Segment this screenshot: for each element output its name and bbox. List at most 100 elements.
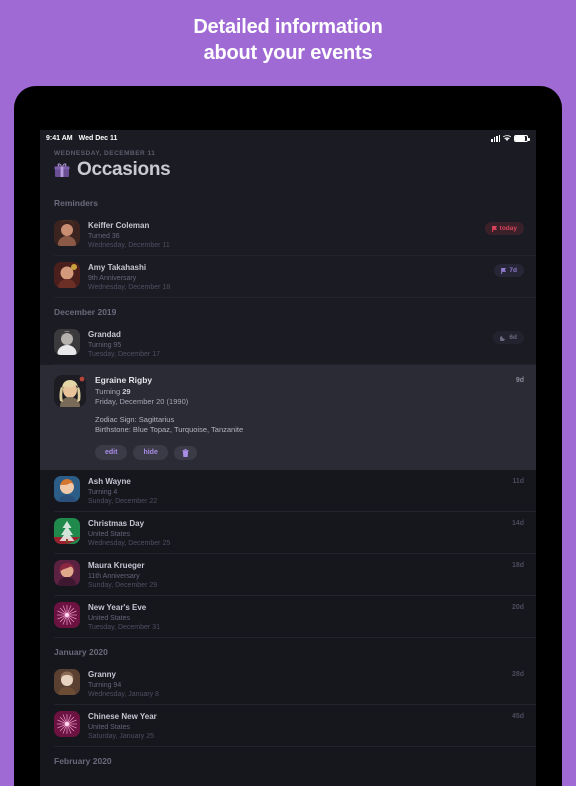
- status-time: 9:41 AM: [46, 134, 73, 142]
- list-item-name: Keiffer Coleman: [88, 221, 150, 230]
- status-badge-label: 7d: [509, 266, 517, 274]
- list-item-trailing: 45d: [512, 711, 524, 720]
- birthstone-text: Birthstone: Blue Topaz, Turquoise, Tanza…: [95, 425, 244, 434]
- status-date: Wed Dec 11: [78, 134, 118, 142]
- expanded-card-date: Friday, December 20 (1990): [95, 396, 189, 406]
- list-item-body: Maura Krueger 11th Anniversary Sunday, D…: [88, 560, 506, 590]
- list-item-body: Amy Takahashi 9th Anniversary Wednesday,…: [88, 262, 488, 292]
- list-item-name: Ash Wayne: [88, 477, 131, 486]
- status-badge[interactable]: 6d: [493, 331, 524, 344]
- occasions-list[interactable]: Reminders Keiffer Coleman Turned 36 Wedn…: [40, 189, 536, 773]
- list-item-trailing: today: [484, 220, 524, 235]
- list-item-subtitle: United States: [88, 531, 131, 538]
- list-item-subtitle: Turning 95: [88, 342, 122, 349]
- device-frame: 9:41 AM Wed Dec 11 WEDNESDAY, DECEMBER 1…: [14, 86, 562, 786]
- list-item[interactable]: Maura Krueger 11th Anniversary Sunday, D…: [40, 554, 536, 596]
- list-item[interactable]: Granny Turning 94 Wednesday, January 8 2…: [40, 663, 536, 705]
- list-item-date: Sunday, December 22: [88, 498, 158, 505]
- status-badge-label: today: [499, 224, 517, 232]
- avatar: [54, 711, 80, 737]
- list-item[interactable]: Amy Takahashi 9th Anniversary Wednesday,…: [40, 256, 536, 298]
- avatar: [54, 518, 80, 544]
- avatar: [54, 262, 80, 288]
- list-item-name: Granny: [88, 670, 117, 679]
- section-header-february-2020: February 2020: [40, 747, 536, 772]
- list-item-subtitle: 9th Anniversary: [88, 275, 137, 282]
- list-item-body: Chinese New Year United States Saturday,…: [88, 711, 506, 741]
- zodiac-sign-text: Zodiac Sign: Sagittarius: [95, 415, 175, 424]
- list-item-body: Granny Turning 94 Wednesday, January 8: [88, 669, 506, 699]
- section-header-reminders: Reminders: [40, 189, 536, 214]
- status-bar: 9:41 AM Wed Dec 11: [40, 130, 536, 146]
- expanded-event-card[interactable]: Egraine Rigby Turning 29 Friday, Decembe…: [40, 365, 536, 470]
- promo-banner: Detailed information about your events: [0, 0, 576, 86]
- list-item-trailing: 6d: [493, 329, 524, 344]
- list-item-trailing: 20d: [512, 602, 524, 611]
- list-item-daycount: 45d: [511, 713, 524, 720]
- expanded-card-daycount: 9d: [515, 377, 524, 384]
- status-badge[interactable]: 7d: [494, 264, 524, 277]
- list-item-subtitle: 11th Anniversary: [88, 573, 140, 580]
- list-item-daycount: 14d: [511, 520, 524, 527]
- list-item[interactable]: Charlie Turning 19 Saturday, February 8 …: [40, 772, 536, 773]
- list-item[interactable]: Grandad Turning 95 Tuesday, December 17 …: [40, 323, 536, 365]
- avatar: [54, 220, 80, 246]
- list-item-date: Tuesday, December 17: [88, 351, 160, 358]
- list-item-subtitle: United States: [88, 615, 131, 622]
- avatar: [54, 602, 80, 628]
- edit-button[interactable]: edit: [95, 445, 128, 460]
- expanded-card-subtitle: Turning 29: [95, 387, 510, 397]
- list-item-body: Grandad Turning 95 Tuesday, December 17: [88, 329, 487, 359]
- section-header-january-2020: January 2020: [40, 638, 536, 663]
- promo-headline-line2: about your events: [203, 42, 373, 64]
- list-item-subtitle: Turned 36: [88, 233, 120, 240]
- list-item-subtitle: Turning 94: [88, 682, 122, 689]
- promo-headline-line1: Detailed information: [193, 16, 383, 38]
- device-screen: 9:41 AM Wed Dec 11 WEDNESDAY, DECEMBER 1…: [40, 130, 536, 786]
- list-item-date: Sunday, December 29: [88, 582, 158, 589]
- flag-icon: [501, 267, 507, 274]
- list-item-trailing: 11d: [512, 476, 524, 485]
- list-item-date: Wednesday, December 11: [88, 242, 170, 249]
- list-item-name: Chinese New Year: [88, 712, 157, 721]
- list-item-name: Amy Takahashi: [88, 263, 147, 272]
- expanded-card-meta: Zodiac Sign: Sagittarius Birthstone: Blu…: [95, 415, 510, 435]
- avatar: [54, 560, 80, 586]
- list-item-body: Keiffer Coleman Turned 36 Wednesday, Dec…: [88, 220, 479, 250]
- delete-button[interactable]: [173, 445, 197, 460]
- list-item[interactable]: Christmas Day United States Wednesday, D…: [40, 512, 536, 554]
- battery-icon: [514, 134, 530, 142]
- expanded-card-actions: edit hide: [95, 445, 510, 460]
- list-item-name: New Year's Eve: [88, 603, 147, 612]
- expanded-card-age: 29: [122, 387, 131, 396]
- list-item-date: Wednesday, December 18: [88, 284, 171, 291]
- list-item-date: Tuesday, December 31: [88, 624, 160, 631]
- list-item-trailing: 28d: [512, 669, 524, 678]
- list-item-subtitle: United States: [88, 724, 131, 731]
- wifi-icon: [503, 134, 511, 142]
- avatar: [54, 375, 86, 407]
- list-item-name: Maura Krueger: [88, 561, 145, 570]
- avatar: [54, 669, 80, 695]
- list-item-date: Wednesday, December 25: [88, 540, 171, 547]
- list-item[interactable]: New Year's Eve United States Tuesday, De…: [40, 596, 536, 638]
- list-item-body: Ash Wayne Turning 4 Sunday, December 22: [88, 476, 506, 506]
- list-item-daycount: 28d: [511, 671, 524, 678]
- flag-icon: [491, 225, 497, 232]
- list-item[interactable]: Keiffer Coleman Turned 36 Wednesday, Dec…: [40, 214, 536, 256]
- list-item-daycount: 18d: [511, 562, 524, 569]
- expanded-card-name: Egraine Rigby: [95, 375, 153, 385]
- list-item[interactable]: Chinese New Year United States Saturday,…: [40, 705, 536, 747]
- status-badge-label: 6d: [509, 333, 517, 341]
- section-header-december-2019: December 2019: [40, 298, 536, 323]
- avatar: [54, 476, 80, 502]
- avatar: [54, 329, 80, 355]
- list-item[interactable]: Ash Wayne Turning 4 Sunday, December 22 …: [40, 470, 536, 512]
- expanded-card-body: Egraine Rigby Turning 29 Friday, Decembe…: [95, 375, 510, 460]
- list-item-name: Grandad: [88, 330, 121, 339]
- moon-icon: [500, 335, 506, 341]
- header-title-row: Occasions: [54, 159, 522, 189]
- expanded-card-sub-prefix: Turning: [95, 387, 123, 396]
- hide-button[interactable]: hide: [133, 445, 168, 460]
- status-badge[interactable]: today: [484, 222, 524, 235]
